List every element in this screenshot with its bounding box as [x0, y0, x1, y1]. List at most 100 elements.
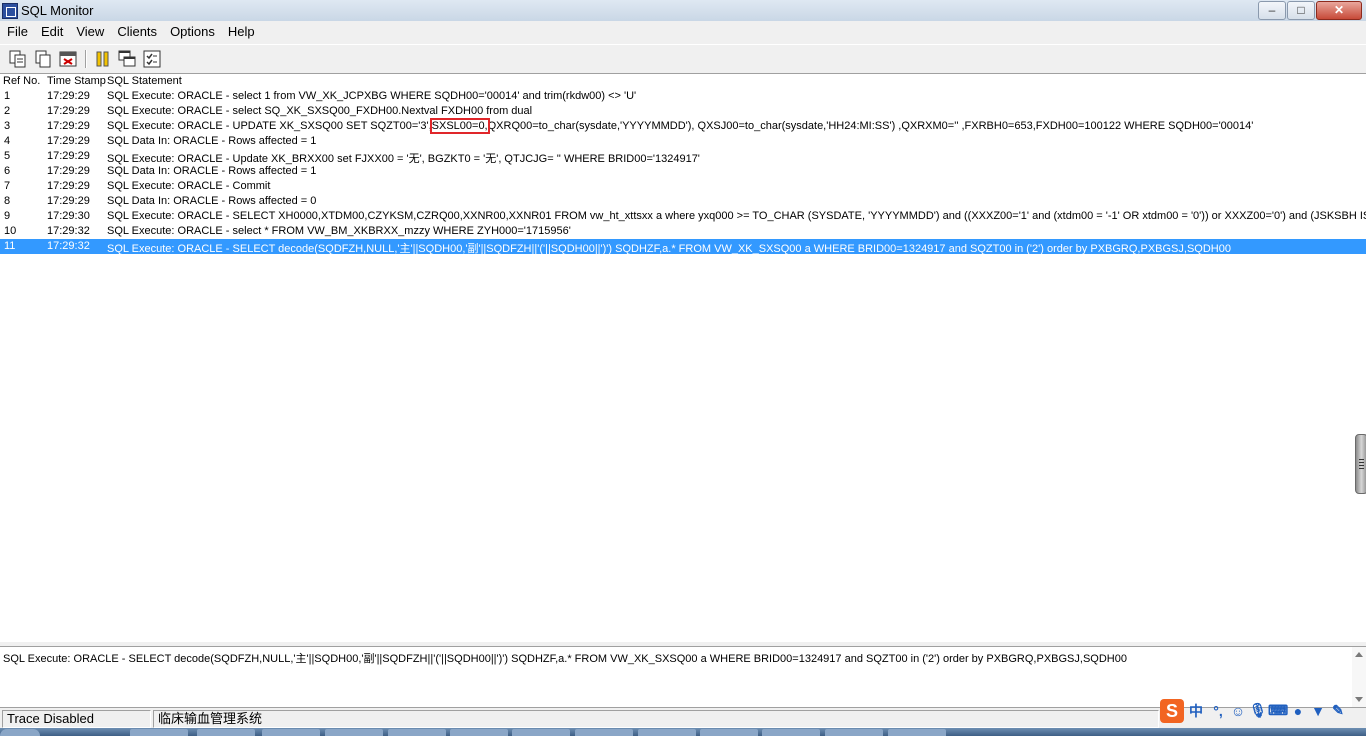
toolbar-separator	[85, 50, 87, 68]
start-button[interactable]	[0, 729, 40, 736]
row-ref: 1	[4, 90, 11, 102]
ime-toolbar: S 中 °, ☺ 🎙 ⌨ ● ▼ ✎	[1160, 697, 1366, 724]
side-scroll-handle[interactable]	[1355, 434, 1366, 494]
pause-icon[interactable]	[93, 49, 113, 69]
keyboard-icon[interactable]: ⌨	[1268, 702, 1288, 719]
row-time: 17:29:29	[47, 135, 90, 147]
taskbar-item[interactable]	[388, 729, 446, 736]
ime-punctuation-toggle[interactable]: °,	[1208, 703, 1228, 719]
title-bar: SQL Monitor – □ ✕	[0, 0, 1366, 22]
menu-edit[interactable]: Edit	[34, 21, 69, 42]
row-ref: 9	[4, 210, 11, 222]
table-row[interactable]: 7 17:29:29 SQL Execute: ORACLE - Commit	[0, 179, 1366, 194]
row-ref: 3	[4, 120, 11, 132]
copy-lines-icon[interactable]	[8, 49, 28, 69]
row-time: 17:29:29	[47, 120, 90, 132]
ime-language-toggle[interactable]: 中	[1184, 701, 1208, 721]
app-status: 临床输血管理系统	[153, 710, 1159, 728]
row-ref: 7	[4, 180, 11, 192]
taskbar-item[interactable]	[450, 729, 508, 736]
row-time: 17:29:29	[47, 105, 90, 117]
row-time: 17:29:32	[47, 240, 90, 252]
row-sql: SQL Execute: ORACLE - select * FROM VW_B…	[107, 225, 571, 237]
menu-bar: File Edit View Clients Options Help	[0, 21, 1366, 42]
window-title: SQL Monitor	[21, 3, 94, 18]
row-sql: SQL Execute: ORACLE - Commit	[107, 180, 271, 192]
sql-log-list[interactable]: Ref No. Time Stamp SQL Statement 1 17:29…	[0, 73, 1366, 642]
close-button[interactable]: ✕	[1316, 1, 1362, 20]
sogou-logo-icon[interactable]: S	[1160, 698, 1184, 723]
list-header: Ref No. Time Stamp SQL Statement	[0, 74, 1366, 89]
row-time: 17:29:29	[47, 195, 90, 207]
table-row[interactable]: 4 17:29:29 SQL Data In: ORACLE - Rows af…	[0, 134, 1366, 149]
taskbar-item[interactable]	[512, 729, 570, 736]
row-sql: SQL Execute: ORACLE - UPDATE XK_SXSQ00 S…	[107, 118, 1254, 134]
table-row[interactable]: 1 17:29:29 SQL Execute: ORACLE - select …	[0, 89, 1366, 104]
microphone-icon[interactable]: 🎙	[1248, 702, 1268, 719]
row-time: 17:29:29	[47, 165, 90, 177]
windows-taskbar	[0, 728, 1366, 736]
taskbar-item[interactable]	[888, 729, 946, 736]
row-ref: 4	[4, 135, 11, 147]
row-ref: 5	[4, 150, 11, 162]
taskbar-item[interactable]	[700, 729, 758, 736]
table-row[interactable]: 6 17:29:29 SQL Data In: ORACLE - Rows af…	[0, 164, 1366, 179]
window-controls: – □ ✕	[1257, 1, 1362, 20]
row-ref: 11	[4, 240, 16, 252]
checklist-icon[interactable]	[142, 49, 162, 69]
user-icon[interactable]: ●	[1288, 703, 1308, 719]
taskbar-item[interactable]	[825, 729, 883, 736]
table-row-selected[interactable]: 11 17:29:32 SQL Execute: ORACLE - SELECT…	[0, 239, 1366, 255]
row-ref: 10	[4, 225, 17, 237]
sql-detail-text: SQL Execute: ORACLE - SELECT decode(SQDF…	[3, 653, 1127, 665]
taskbar-item[interactable]	[325, 729, 383, 736]
table-row[interactable]: 8 17:29:29 SQL Data In: ORACLE - Rows af…	[0, 194, 1366, 209]
row-ref: 6	[4, 165, 11, 177]
row-sql: SQL Execute: ORACLE - SELECT decode(SQDF…	[107, 243, 1231, 255]
row-ref: 2	[4, 105, 11, 117]
cascade-icon[interactable]	[117, 49, 137, 69]
menu-file[interactable]: File	[0, 21, 34, 42]
row-time: 17:29:30	[47, 210, 90, 222]
row-sql: SQL Data In: ORACLE - Rows affected = 1	[107, 165, 317, 177]
menu-clients[interactable]: Clients	[110, 21, 163, 42]
emoji-icon[interactable]: ☺	[1228, 703, 1248, 719]
taskbar-item[interactable]	[638, 729, 696, 736]
row-time: 17:29:29	[47, 180, 90, 192]
row-time: 17:29:29	[47, 90, 90, 102]
row-sql: SQL Data In: ORACLE - Rows affected = 1	[107, 135, 317, 147]
column-time-stamp[interactable]: Time Stamp	[47, 75, 106, 87]
row-ref: 8	[4, 195, 11, 207]
row-time: 17:29:29	[47, 150, 90, 162]
copy-icon[interactable]	[33, 49, 53, 69]
row-time: 17:29:32	[47, 225, 90, 237]
table-row[interactable]: 5 17:29:29 SQL Execute: ORACLE - Update …	[0, 149, 1366, 165]
toolbar	[0, 44, 1366, 74]
menu-help[interactable]: Help	[221, 21, 261, 42]
app-icon	[2, 3, 18, 19]
taskbar-item[interactable]	[762, 729, 820, 736]
taskbar-item[interactable]	[262, 729, 320, 736]
highlighted-sql-fragment: SXSL00=0,	[429, 118, 490, 134]
minimize-button[interactable]: –	[1258, 1, 1286, 20]
taskbar-item[interactable]	[130, 729, 188, 736]
table-row[interactable]: 9 17:29:30 SQL Execute: ORACLE - SELECT …	[0, 209, 1366, 224]
taskbar-item[interactable]	[197, 729, 255, 736]
maximize-button[interactable]: □	[1287, 1, 1315, 20]
column-sql-statement[interactable]: SQL Statement	[107, 75, 182, 87]
table-row[interactable]: 10 17:29:32 SQL Execute: ORACLE - select…	[0, 224, 1366, 239]
clear-icon[interactable]	[58, 49, 78, 69]
wrench-icon[interactable]: ✎	[1328, 702, 1348, 719]
column-ref-no[interactable]: Ref No.	[3, 75, 40, 87]
trace-status: Trace Disabled	[2, 710, 151, 728]
shirt-icon[interactable]: ▼	[1308, 703, 1328, 719]
menu-view[interactable]: View	[69, 21, 110, 42]
menu-options[interactable]: Options	[163, 21, 221, 42]
row-sql-after: QXRQ00=to_char(sysdate,'YYYYMMDD'), QXSJ…	[487, 120, 1254, 132]
row-sql: SQL Execute: ORACLE - SELECT XH0000,XTDM…	[107, 210, 1366, 222]
table-row[interactable]: 3 17:29:29 SQL Execute: ORACLE - UPDATE …	[0, 118, 1366, 134]
taskbar-item[interactable]	[575, 729, 633, 736]
table-row[interactable]: 2 17:29:29 SQL Execute: ORACLE - select …	[0, 104, 1366, 119]
scroll-up-icon[interactable]	[1355, 652, 1363, 657]
row-sql: SQL Execute: ORACLE - select SQ_XK_SXSQ0…	[107, 105, 533, 117]
